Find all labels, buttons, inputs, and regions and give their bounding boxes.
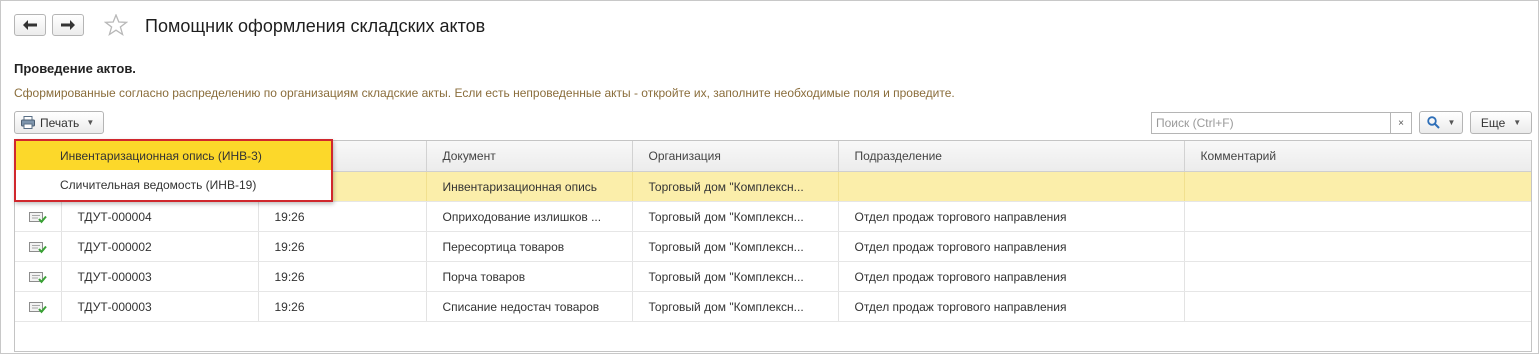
- arrow-left-icon: [23, 20, 37, 30]
- more-button[interactable]: Еще ▼: [1470, 111, 1532, 134]
- search-input[interactable]: [1151, 112, 1391, 134]
- favorite-star-icon[interactable]: [104, 14, 128, 36]
- row-number: ТДУТ-000002: [61, 231, 259, 262]
- print-button-label: Печать: [40, 115, 80, 130]
- row-number: ТДУТ-000003: [61, 261, 259, 292]
- chevron-down-icon: ▼: [1447, 118, 1456, 127]
- chevron-down-icon: ▼: [86, 118, 95, 127]
- table-row[interactable]: ТДУТ-000003 19:26 Списание недостач това…: [15, 291, 1531, 322]
- row-document: Порча товаров: [426, 261, 633, 292]
- search-icon: [1426, 116, 1440, 129]
- row-comment: [1184, 231, 1531, 262]
- row-department: Отдел продаж торгового направления: [838, 261, 1185, 292]
- row-number: ТДУТ-000003: [61, 291, 259, 322]
- clear-search-button[interactable]: ×: [1390, 112, 1412, 134]
- menu-item-inv19[interactable]: Сличительная ведомость (ИНВ-19): [16, 170, 331, 199]
- section-hint: Сформированные согласно распределению по…: [14, 86, 955, 100]
- chevron-down-icon: ▼: [1513, 118, 1522, 127]
- arrow-right-icon: [61, 20, 75, 30]
- row-organization: Торговый дом "Комплексн...: [632, 261, 839, 292]
- forward-button[interactable]: [52, 14, 84, 36]
- column-header-organization[interactable]: Организация: [632, 141, 839, 172]
- table-row[interactable]: ТДУТ-000002 19:26 Пересортица товаров То…: [15, 231, 1531, 262]
- row-document: Списание недостач товаров: [426, 291, 633, 322]
- row-department: Отдел продаж торгового направления: [838, 231, 1185, 262]
- row-comment: [1184, 171, 1531, 202]
- printer-icon: [21, 116, 35, 129]
- back-button[interactable]: [14, 14, 46, 36]
- section-title: Проведение актов.: [14, 61, 136, 76]
- row-status-cell: [15, 231, 62, 262]
- row-document: Инвентаризационная опись: [426, 171, 633, 202]
- table-row[interactable]: ТДУТ-000003 19:26 Порча товаров Торговый…: [15, 261, 1531, 292]
- row-time: 19:26: [258, 291, 427, 322]
- print-dropdown-menu: Инвентаризационная опись (ИНВ-3) Сличите…: [14, 139, 333, 202]
- posted-document-icon: [28, 241, 47, 254]
- column-header-document[interactable]: Документ: [426, 141, 633, 172]
- row-department: Отдел продаж торгового направления: [838, 291, 1185, 322]
- posted-document-icon: [28, 211, 47, 224]
- close-icon: ×: [1398, 117, 1404, 129]
- column-header-comment[interactable]: Комментарий: [1184, 141, 1531, 172]
- row-comment: [1184, 261, 1531, 292]
- row-comment: [1184, 291, 1531, 322]
- row-time: 19:26: [258, 261, 427, 292]
- posted-document-icon: [28, 301, 47, 314]
- column-header-department[interactable]: Подразделение: [838, 141, 1185, 172]
- row-document: Оприходование излишков ...: [426, 201, 633, 232]
- posted-document-icon: [28, 271, 47, 284]
- row-department: [838, 171, 1185, 202]
- window-title: Помощник оформления складских актов: [145, 16, 486, 36]
- row-status-cell: [15, 201, 62, 232]
- more-button-label: Еще: [1480, 115, 1506, 130]
- row-time: 19:26: [258, 201, 427, 232]
- row-organization: Торговый дом "Комплексн...: [632, 201, 839, 232]
- row-status-cell: [15, 261, 62, 292]
- row-organization: Торговый дом "Комплексн...: [632, 171, 839, 202]
- table-row[interactable]: ТДУТ-000004 19:26 Оприходование излишков…: [15, 201, 1531, 232]
- row-number: ТДУТ-000004: [61, 201, 259, 232]
- print-button[interactable]: Печать ▼: [14, 111, 104, 134]
- menu-item-inv3[interactable]: Инвентаризационная опись (ИНВ-3): [16, 141, 331, 170]
- assistant-window: Помощник оформления складских актов Пров…: [0, 0, 1539, 354]
- row-document: Пересортица товаров: [426, 231, 633, 262]
- row-organization: Торговый дом "Комплексн...: [632, 231, 839, 262]
- row-time: 19:26: [258, 231, 427, 262]
- row-status-cell: [15, 291, 62, 322]
- row-department: Отдел продаж торгового направления: [838, 201, 1185, 232]
- row-comment: [1184, 201, 1531, 232]
- row-organization: Торговый дом "Комплексн...: [632, 291, 839, 322]
- search-button[interactable]: ▼: [1419, 111, 1463, 134]
